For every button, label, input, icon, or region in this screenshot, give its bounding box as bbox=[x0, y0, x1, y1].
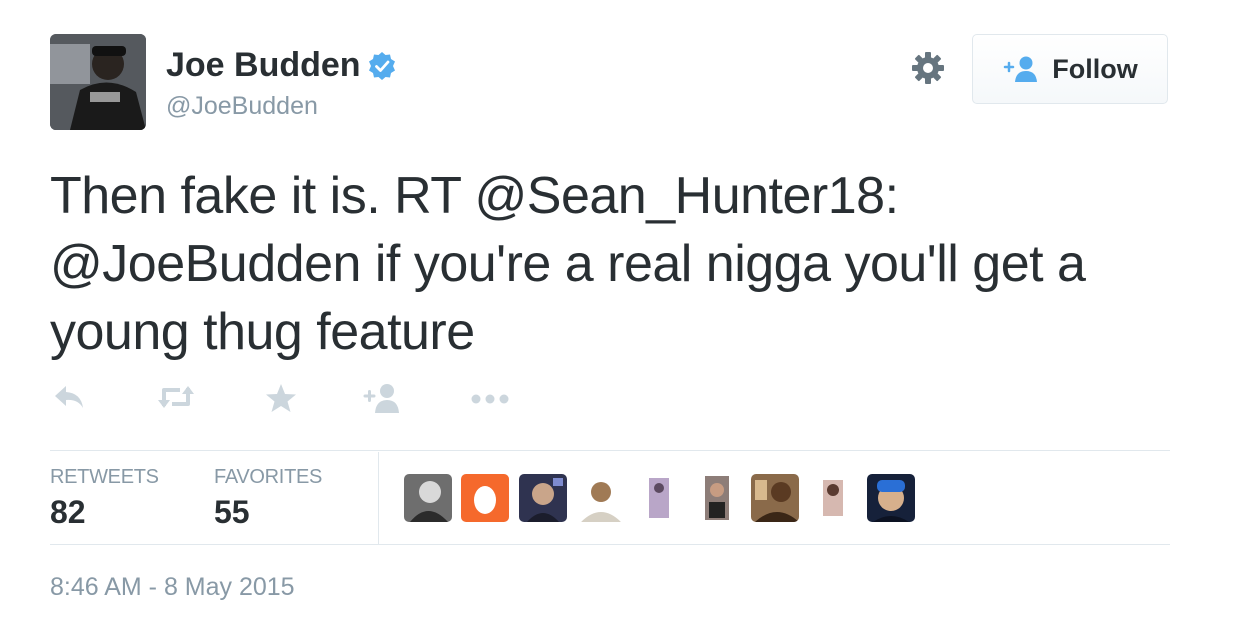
divider bbox=[50, 544, 1170, 545]
favoriter-avatar[interactable] bbox=[751, 474, 799, 522]
divider bbox=[50, 450, 1170, 451]
mention-link[interactable]: @Sean_Hunter18 bbox=[474, 167, 885, 225]
favorite-icon[interactable] bbox=[264, 382, 298, 419]
stats-separator bbox=[378, 452, 379, 544]
reply-icon[interactable] bbox=[52, 382, 86, 417]
retweet-icon[interactable] bbox=[156, 382, 196, 417]
tweet-text: Then fake it is. RT @Sean_Hunter18: @Joe… bbox=[50, 162, 1170, 366]
verified-badge-icon bbox=[367, 51, 397, 81]
tweet-text-part: : bbox=[884, 167, 899, 225]
retweets-label[interactable]: RETWEETS bbox=[50, 466, 159, 489]
follow-button[interactable]: Follow bbox=[972, 34, 1168, 104]
mention-link[interactable]: @JoeBudden bbox=[50, 235, 361, 293]
add-user-icon bbox=[1002, 55, 1040, 83]
favoriter-avatar[interactable] bbox=[867, 474, 915, 522]
avatar[interactable] bbox=[50, 34, 146, 130]
favorites-count[interactable]: 55 bbox=[214, 494, 250, 531]
tweet-text-part: Then fake it is. RT bbox=[50, 167, 475, 225]
user-handle[interactable]: @JoeBudden bbox=[166, 92, 318, 121]
follow-button-label: Follow bbox=[1052, 53, 1138, 84]
favorites-label[interactable]: FAVORITES bbox=[214, 466, 322, 489]
favoriter-avatar-egg[interactable] bbox=[461, 474, 509, 522]
gear-icon[interactable] bbox=[910, 50, 946, 86]
favoriter-avatar[interactable] bbox=[577, 474, 625, 522]
user-name[interactable]: Joe Budden bbox=[166, 46, 397, 85]
favoriter-avatar[interactable] bbox=[519, 474, 567, 522]
user-name-text[interactable]: Joe Budden bbox=[166, 46, 361, 85]
favoriter-avatar[interactable] bbox=[693, 474, 741, 522]
favoriter-avatar[interactable] bbox=[809, 474, 857, 522]
favoriter-avatar[interactable] bbox=[404, 474, 452, 522]
retweets-count[interactable]: 82 bbox=[50, 494, 86, 531]
favoriter-avatar[interactable] bbox=[635, 474, 683, 522]
follow-icon[interactable] bbox=[362, 382, 402, 419]
more-icon[interactable] bbox=[470, 392, 510, 411]
tweet-timestamp[interactable]: 8:46 AM - 8 May 2015 bbox=[50, 573, 295, 602]
